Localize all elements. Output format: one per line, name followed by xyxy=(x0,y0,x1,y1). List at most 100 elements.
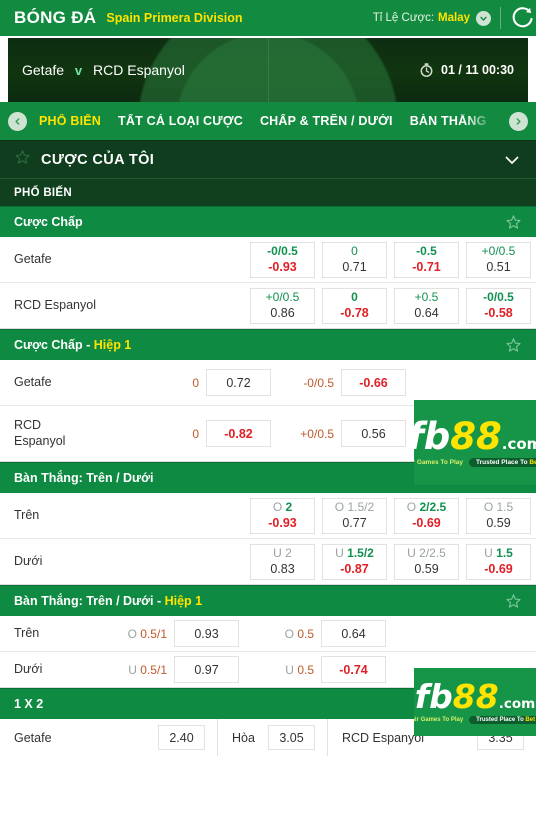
odds-cells: U 2 0.83 U 1.5/2 -0.87 U 2/2.5 0.59 U 1.5 -0… xyxy=(250,543,536,580)
chevron-down-icon[interactable] xyxy=(502,150,522,170)
handicap-line: 0 xyxy=(192,375,199,390)
fb88-tagline-trusted: Trusted Place To Bet xyxy=(469,716,536,724)
odds-price: -0.69 xyxy=(484,562,513,576)
odds-cell[interactable]: U 2/2.5 0.59 xyxy=(394,543,459,580)
odds-price: 0.72 xyxy=(206,369,271,396)
handicap-line: -0/0.5 xyxy=(267,244,298,258)
odds-price: -0.58 xyxy=(484,306,513,320)
odds-row: Dưới U 2 0.83 U 1.5/2 -0.87 U 2/2.5 0.59 U … xyxy=(0,539,536,585)
page-title: BÓNG ĐÁ xyxy=(14,8,97,27)
odds-cell[interactable]: -0/0.5 -0.66 xyxy=(295,369,406,396)
ou-line: U 1.5 xyxy=(484,546,513,561)
tab-ban-thang[interactable]: BÀN THẮNG xyxy=(410,114,487,128)
market-header-over-under-h1[interactable]: Bàn Thắng: Trên / Dưới - Hiệp 1 xyxy=(0,585,536,616)
handicap-line: 0 xyxy=(351,290,358,304)
tab-tat-ca-loai-cuoc[interactable]: TẤT CẢ LOẠI CƯỢC xyxy=(118,114,243,128)
ou-prefix: U xyxy=(273,546,282,560)
chevron-down-icon[interactable] xyxy=(476,10,491,26)
odds-cell[interactable]: +0/0.5 0.56 xyxy=(295,420,406,447)
odds-cell[interactable]: U 1.5/2 -0.87 xyxy=(322,543,387,580)
star-outline-icon[interactable] xyxy=(505,337,522,354)
odds-price: -0.74 xyxy=(321,656,386,683)
odds-cell[interactable]: +0/0.5 0.51 xyxy=(466,241,531,278)
odds-cell[interactable]: U 2 0.83 xyxy=(250,543,315,580)
odds-cell[interactable]: U 0.5/1 0.97 xyxy=(120,656,239,683)
ou-prefix: O xyxy=(483,500,494,514)
ou-prefix: O xyxy=(334,500,345,514)
handicap-line: 0 xyxy=(351,244,358,258)
odds-row: Trên O 2 -0.93 O 1.5/2 0.77 O 2/2.5 -0.69 O… xyxy=(0,493,536,539)
odds-cell[interactable]: -0/0.5 -0.58 xyxy=(466,287,531,324)
odds-cell[interactable]: 0 -0.82 xyxy=(160,420,271,447)
ou-value: 1.5/2 xyxy=(347,546,374,560)
odds-cell[interactable]: O 0.5 0.64 xyxy=(267,620,386,647)
odds-cell[interactable]: U 0.5 -0.74 xyxy=(267,656,386,683)
odds-cell[interactable]: O 2/2.5 -0.69 xyxy=(394,497,459,534)
match-banner[interactable]: Getafe v RCD Espanyol 01 / 11 00:30 xyxy=(8,38,528,102)
odds-cells: +0/0.5 0.86 0 -0.78 +0.5 0.64 -0/0.5 -0.58 xyxy=(250,287,536,324)
odds-cell[interactable]: Getafe 2.40 xyxy=(0,719,218,756)
star-outline-icon[interactable] xyxy=(505,593,522,610)
refresh-icon[interactable] xyxy=(510,0,536,36)
ou-line: O 1.5/2 xyxy=(335,500,374,515)
my-bets-bar[interactable]: CƯỢC CỦA TÔI xyxy=(0,140,536,178)
odds-price: 0.59 xyxy=(414,562,439,576)
odds-cell[interactable]: O 2 -0.93 xyxy=(250,497,315,534)
odds-cell[interactable]: O 1.5 0.59 xyxy=(466,497,531,534)
odds-row: Trên O 0.5/1 0.93 O 0.5 0.64 xyxy=(0,616,536,652)
odds-cell[interactable]: 0 0.72 xyxy=(160,369,271,396)
league-name: Spain Primera Division xyxy=(106,11,243,25)
odds-cells: O 0.5/1 0.93 O 0.5 0.64 xyxy=(120,620,536,647)
tab-chap-tren-duoi[interactable]: CHẤP & TRÊN / DƯỚI xyxy=(260,114,393,128)
tab-pho-bien[interactable]: PHỔ BIẾN xyxy=(39,114,101,128)
header-right-controls: Tỉ Lệ Cược: Malay xyxy=(373,0,536,36)
odds-row: Getafe -0/0.5 -0.93 0 0.71 -0.5 -0.71 +0/0.… xyxy=(0,237,536,283)
row-label: RCD Espanyol xyxy=(0,418,160,449)
odds-cell[interactable]: -0.5 -0.71 xyxy=(394,241,459,278)
star-outline-icon[interactable] xyxy=(14,149,31,171)
odds-cell[interactable]: -0/0.5 -0.93 xyxy=(250,241,315,278)
ou-value: 0.5/1 xyxy=(140,626,167,641)
odds-cell[interactable]: Hòa 3.05 xyxy=(218,719,328,756)
ou-line: O 0.5/1 xyxy=(120,627,174,641)
top-header: BÓNG ĐÁ Spain Primera Division Tỉ Lệ Cượ… xyxy=(0,0,536,36)
chevron-right-icon[interactable] xyxy=(509,111,528,131)
odds-price: 0.64 xyxy=(414,306,439,320)
match-teams: Getafe v RCD Espanyol xyxy=(22,62,185,78)
odds-cell[interactable]: +0/0.5 0.86 xyxy=(250,287,315,324)
fb88-logo-fb: fb xyxy=(414,415,451,458)
fb88-tagline-fair: Fair Games To Play xyxy=(414,717,464,723)
ou-line: U 2/2.5 xyxy=(407,546,446,561)
odds-cell[interactable]: 0 -0.78 xyxy=(322,287,387,324)
market-title-text: Cược Chấp xyxy=(14,338,83,352)
ou-value: 0.5 xyxy=(297,626,314,641)
ou-line: O 2/2.5 xyxy=(407,500,446,515)
odds-price: -0.78 xyxy=(340,306,369,320)
odds-cell[interactable]: 0 0.71 xyxy=(322,241,387,278)
handicap-line: -0/0.5 xyxy=(483,290,514,304)
ou-line: O 0.5 xyxy=(267,627,321,641)
ou-value: 1.5 xyxy=(496,500,514,514)
my-bets-label: CƯỢC CỦA TÔI xyxy=(41,151,155,168)
fb88-tagline-trusted: Trusted Place To Bet xyxy=(469,458,536,467)
odds-cell[interactable]: O 0.5/1 0.93 xyxy=(120,620,239,647)
market-tabs: PHỔ BIẾN TẤT CẢ LOẠI CƯỢC CHẤP & TRÊN / … xyxy=(0,102,536,140)
odds-type-label: Tỉ Lệ Cược: xyxy=(372,12,435,24)
odds-cells: 0 0.72 -0/0.5 -0.66 xyxy=(160,369,536,396)
chevron-left-icon[interactable] xyxy=(8,111,27,131)
odds-cell[interactable]: O 1.5/2 0.77 xyxy=(322,497,387,534)
odds-cell[interactable]: U 1.5 -0.69 xyxy=(466,543,531,580)
fb88-logo-88: 88 xyxy=(450,415,502,458)
handicap-line: +0/0.5 xyxy=(481,244,516,258)
row-label: Dưới xyxy=(14,661,43,676)
star-outline-icon[interactable] xyxy=(505,214,522,231)
ou-value: 2 xyxy=(285,500,293,514)
fb88-tagline-trusted-highlight: Bet xyxy=(529,459,536,466)
market-title: Bàn Thắng: Trên / Dưới xyxy=(14,471,153,485)
odds-price: 0.71 xyxy=(342,260,367,274)
market-header-handicap-h1[interactable]: Cược Chấp - Hiệp 1 xyxy=(0,329,536,360)
odds-cell[interactable]: +0.5 0.64 xyxy=(394,287,459,324)
market-header-handicap[interactable]: Cược Chấp xyxy=(0,206,536,237)
odds-price: -0.66 xyxy=(341,369,406,396)
odds-price: -0.93 xyxy=(268,516,297,530)
